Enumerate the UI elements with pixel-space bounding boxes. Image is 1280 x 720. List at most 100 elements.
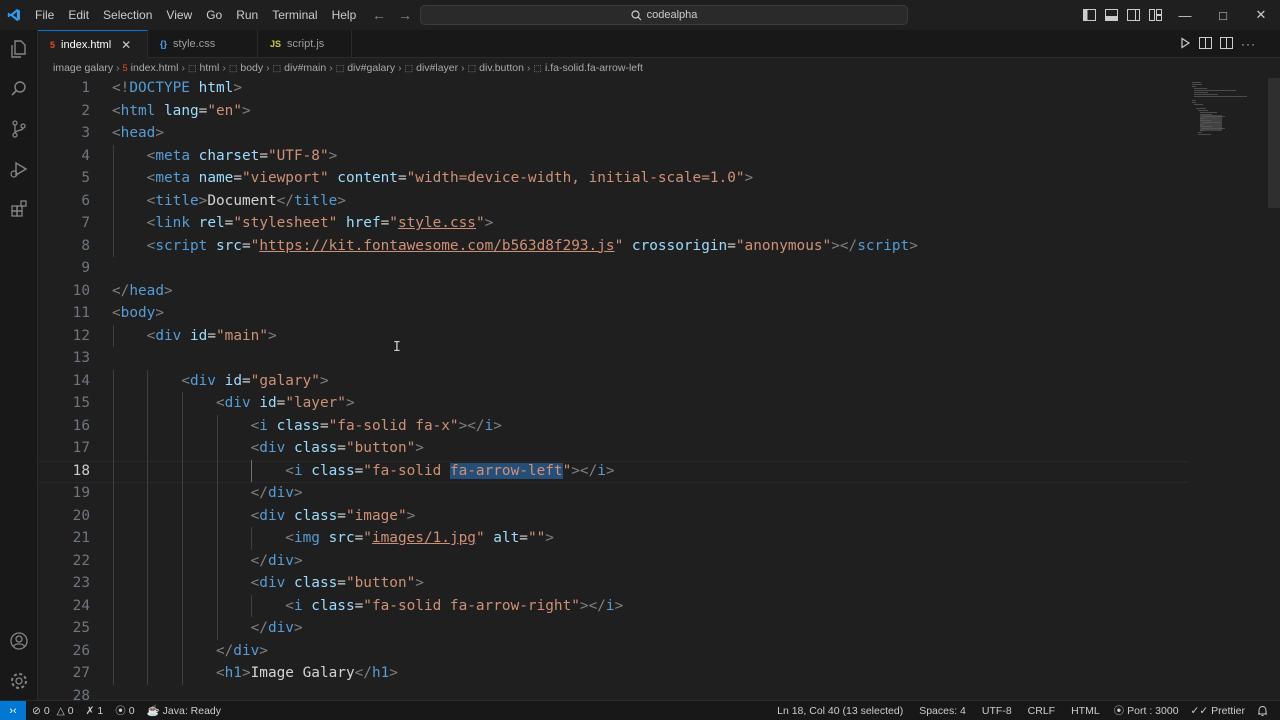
code-text: > <box>605 462 615 479</box>
code-tag: div <box>267 552 294 569</box>
code-text: < <box>285 462 294 479</box>
code-line: 8 <script src="https://kit.fontawesome.c… <box>38 235 1188 258</box>
breadcrumb-item[interactable]: div.button <box>479 62 524 74</box>
language-mode[interactable]: HTML <box>1065 705 1106 717</box>
menu-item[interactable]: Run <box>229 0 265 30</box>
indent-guide <box>216 414 218 437</box>
tab-label: index.html <box>61 38 112 51</box>
vertical-scrollbar[interactable] <box>1268 78 1280 700</box>
breadcrumb-item[interactable]: index.html <box>131 62 179 74</box>
breadcrumb-item[interactable]: div#layer <box>416 62 458 74</box>
breadcrumb-item[interactable]: body <box>240 62 263 74</box>
remote-connections-indicator[interactable]: ⦿ 0 <box>109 703 140 718</box>
tab-script-js[interactable]: JS script.js <box>258 30 352 57</box>
code-text: > <box>293 485 303 501</box>
run-debug-icon[interactable] <box>0 150 38 188</box>
line-ending[interactable]: CRLF <box>1022 705 1061 717</box>
code-line: 7 <link rel="stylesheet" href="style.css… <box>38 212 1188 235</box>
breadcrumb-item[interactable]: image galary <box>53 62 113 74</box>
remote-indicator-icon[interactable]: ›‹ <box>0 701 26 720</box>
close-window-icon[interactable]: ✕ <box>1242 0 1280 30</box>
code-line: 28 <box>38 685 1188 701</box>
menu-item[interactable]: Edit <box>61 0 96 30</box>
run-icon[interactable] <box>1179 36 1191 52</box>
code-attribute: src <box>328 530 355 546</box>
customize-layout-icon[interactable] <box>1144 0 1166 30</box>
menu-item[interactable]: File <box>28 0 61 30</box>
indent-guide <box>216 549 218 572</box>
toggle-secondary-sidebar-icon[interactable] <box>1122 0 1144 30</box>
menu-item[interactable]: Go <box>199 0 229 30</box>
command-center-label: codealpha <box>646 9 698 21</box>
navigation-arrows: ← → <box>372 0 412 30</box>
settings-gear-icon[interactable] <box>0 662 38 700</box>
more-actions-icon[interactable]: ··· <box>1241 37 1256 51</box>
java-status[interactable]: ☕ Java: Ready <box>141 704 227 718</box>
back-arrow-icon[interactable]: ← <box>372 7 386 23</box>
code-text: = <box>276 395 286 411</box>
minimap-line <box>1192 100 1197 101</box>
menu-item[interactable]: Terminal <box>265 0 324 30</box>
code-text: > <box>155 125 164 141</box>
live-server-port[interactable]: ⦿ Port : 3000 <box>1108 703 1185 718</box>
code-text: Image Galary <box>250 665 355 681</box>
encoding[interactable]: UTF-8 <box>976 705 1018 717</box>
code-attribute: class <box>311 597 355 614</box>
problems-indicator[interactable]: ⊘ 0 △ 0 <box>26 705 80 717</box>
toggle-panel-icon[interactable] <box>1100 0 1122 30</box>
notifications-bell-icon[interactable] <box>1251 705 1274 717</box>
indentation[interactable]: Spaces: 4 <box>913 705 972 717</box>
open-preview-icon[interactable] <box>1199 36 1212 52</box>
maximize-icon[interactable]: □ <box>1204 0 1242 30</box>
breadcrumb-item[interactable]: div#galary <box>347 62 395 74</box>
code-editor[interactable]: 1 <!DOCTYPE html> 2 <html lang="en"> 3 <head>… <box>38 78 1270 700</box>
indent-guide <box>181 392 183 415</box>
minimap-line <box>1192 102 1196 103</box>
minimap-viewport[interactable] <box>1200 115 1222 131</box>
breadcrumb-item[interactable]: div#main <box>284 62 326 74</box>
ports-indicator[interactable]: ✗ 1 <box>80 705 110 717</box>
command-center-search[interactable]: codealpha <box>420 5 908 25</box>
prettier-status[interactable]: ✓✓ Prettier <box>1185 705 1251 717</box>
code-text: > <box>155 305 164 321</box>
tab-index-html[interactable]: 5 index.html ✕ <box>38 30 148 58</box>
code-tag: i <box>605 597 615 614</box>
minimap-line <box>1198 132 1202 133</box>
indent-guide <box>216 617 218 640</box>
indent-guide <box>251 594 253 617</box>
indent-guide <box>147 639 149 662</box>
source-control-icon[interactable] <box>0 110 38 148</box>
indent-guide <box>216 504 218 527</box>
breadcrumb-item[interactable]: i.fa-solid.fa-arrow-left <box>545 62 643 74</box>
indent-guide <box>147 459 149 482</box>
split-editor-icon[interactable] <box>1220 36 1233 52</box>
explorer-icon[interactable] <box>0 30 38 68</box>
tab-style-css[interactable]: {} style.css <box>148 30 258 57</box>
breadcrumb-item[interactable]: html <box>200 62 220 74</box>
code-line: 4 <meta charset="UTF-8"> <box>38 145 1188 168</box>
close-tab-icon[interactable]: ✕ <box>121 38 131 52</box>
indent-guide <box>181 662 183 685</box>
indent-guide <box>181 414 183 437</box>
code-text: </ <box>250 552 268 569</box>
forward-arrow-icon[interactable]: → <box>398 7 412 23</box>
indent-guide <box>181 437 183 460</box>
code-text: < <box>215 395 225 411</box>
extensions-icon[interactable] <box>0 190 38 228</box>
toggle-primary-sidebar-icon[interactable] <box>1078 0 1100 30</box>
menu-item[interactable]: View <box>159 0 199 30</box>
code-text: > <box>163 282 173 299</box>
code-line: 9 <box>38 257 1188 280</box>
menu-item[interactable]: Selection <box>96 0 159 30</box>
minimap[interactable] <box>1192 78 1262 158</box>
menu-item[interactable]: Help <box>325 0 364 30</box>
indent-guide <box>251 459 253 482</box>
minimize-icon[interactable]: — <box>1166 0 1204 30</box>
cursor-position[interactable]: Ln 18, Col 40 (13 selected) <box>771 705 909 717</box>
accounts-icon[interactable] <box>0 622 38 660</box>
search-sidebar-icon[interactable] <box>0 70 38 108</box>
scrollbar-thumb[interactable] <box>1268 78 1280 208</box>
